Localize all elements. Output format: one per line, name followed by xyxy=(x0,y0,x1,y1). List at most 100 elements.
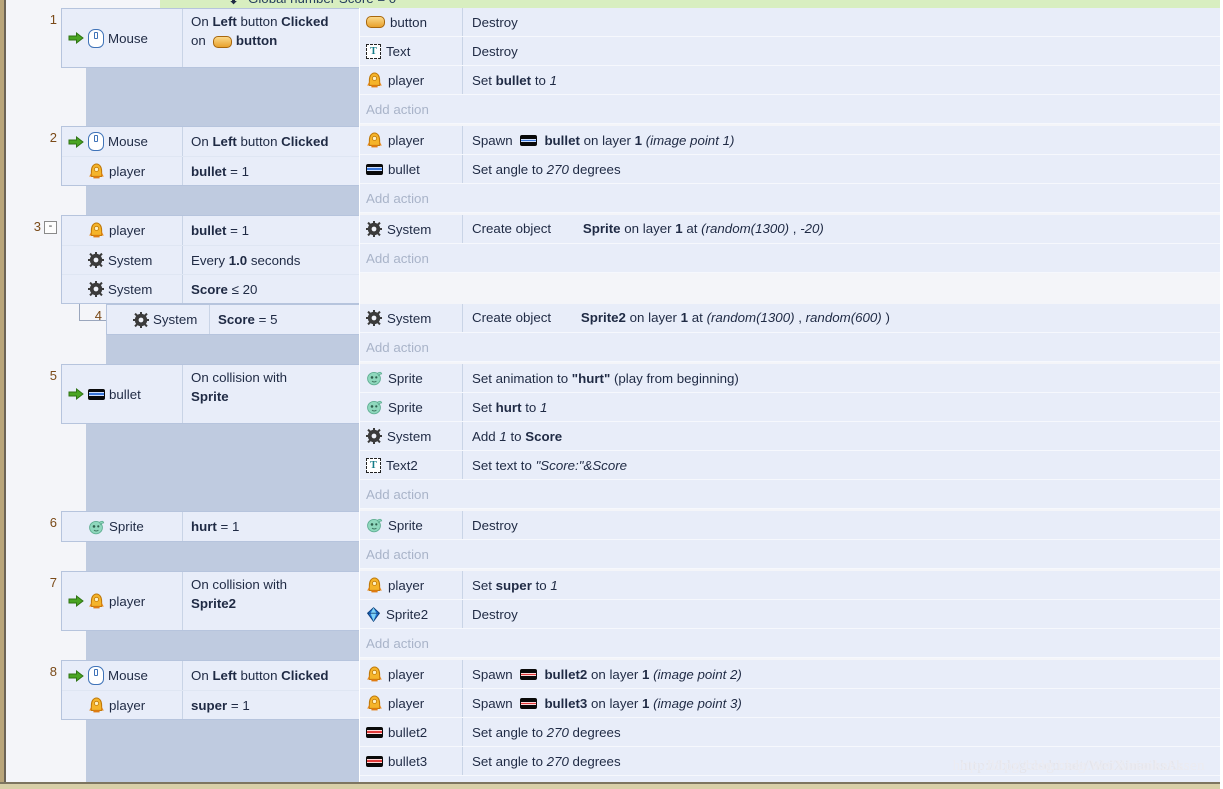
action-object[interactable]: player xyxy=(360,665,462,683)
condition-text[interactable]: Score = 5 xyxy=(209,305,359,334)
action-object[interactable]: Sprite xyxy=(360,399,462,415)
add-action-button[interactable]: Add action xyxy=(360,244,1220,273)
condition-row[interactable]: System Every 1.0 seconds xyxy=(62,245,359,274)
conditions-column[interactable]: Sprite hurt = 1 xyxy=(61,511,359,571)
actions-column[interactable]: button Destroy T Text Destroy player Set bulle… xyxy=(359,8,1220,126)
add-action-button[interactable]: Add action xyxy=(360,333,1220,362)
action-object[interactable]: Sprite xyxy=(360,370,462,386)
action-text[interactable]: Set angle to 270 degrees xyxy=(462,718,1220,746)
action-object[interactable]: System xyxy=(360,310,462,326)
conditions-column[interactable]: player bullet = 1 System Every 1.0 seconds S… xyxy=(61,215,359,304)
add-action-button[interactable]: Add action xyxy=(360,95,1220,124)
action-row[interactable]: T Text Destroy xyxy=(360,37,1220,66)
condition-row[interactable]: player bullet = 1 xyxy=(62,156,359,185)
action-row[interactable]: bullet2 Set angle to 270 degrees xyxy=(360,718,1220,747)
action-text[interactable]: Destroy xyxy=(462,511,1220,539)
condition-empty-area[interactable] xyxy=(86,542,359,571)
action-object[interactable]: bullet2 xyxy=(360,725,462,740)
condition-empty-area[interactable] xyxy=(86,631,359,660)
action-object[interactable]: player xyxy=(360,694,462,712)
condition-row[interactable]: player On collision with Sprite2 xyxy=(62,572,359,630)
condition-text[interactable]: hurt = 1 xyxy=(182,512,359,541)
condition-row[interactable]: Mouse On Left button Clicked xyxy=(62,661,359,690)
condition-row[interactable]: Mouse On Left button Clicked on button xyxy=(62,9,359,67)
actions-column[interactable]: System Create object Sprite on layer 1 at… xyxy=(359,215,1220,304)
condition-text[interactable]: bullet = 1 xyxy=(182,157,359,185)
condition-text[interactable]: On collision with Sprite2 xyxy=(182,572,359,630)
action-text[interactable]: Destroy xyxy=(462,8,1220,36)
action-row[interactable]: player Spawn bullet on layer 1 (image poi… xyxy=(360,126,1220,155)
actions-column[interactable]: player Set super to 1 Sprite2 Destroy Add ac… xyxy=(359,571,1220,660)
event-block-7[interactable]: 7 player On collision with Sprite2 player Se… xyxy=(6,571,1220,660)
action-row[interactable]: Sprite Set animation to "hurt" (play from… xyxy=(360,364,1220,393)
condition-group[interactable]: bullet On collision with Sprite xyxy=(61,364,359,424)
action-text[interactable]: Set bullet to 1 xyxy=(462,66,1220,94)
action-text[interactable]: Create object Sprite on layer 1 at (rand… xyxy=(462,215,1220,243)
condition-text[interactable]: On collision with Sprite xyxy=(182,365,359,423)
action-text[interactable]: Destroy xyxy=(462,37,1220,65)
condition-text[interactable]: bullet = 1 xyxy=(182,216,359,245)
condition-object[interactable]: Mouse xyxy=(62,132,182,151)
condition-group[interactable]: Mouse On Left button Clicked on button xyxy=(61,8,359,68)
action-text[interactable]: Set super to 1 xyxy=(462,571,1220,599)
condition-text[interactable]: On Left button Clicked xyxy=(182,661,359,690)
conditions-column[interactable]: System Score = 5 xyxy=(106,304,359,364)
event-block-6[interactable]: 6 Sprite hurt = 1 Sprite Destroy Add action xyxy=(6,511,1220,571)
action-row[interactable]: player Set super to 1 xyxy=(360,571,1220,600)
condition-group[interactable]: System Score = 5 xyxy=(106,304,359,335)
add-action-button[interactable]: Add action xyxy=(360,480,1220,509)
actions-column[interactable]: Sprite Set animation to "hurt" (play from… xyxy=(359,364,1220,511)
action-text[interactable]: Set hurt to 1 xyxy=(462,393,1220,421)
action-object[interactable]: T Text xyxy=(360,43,462,59)
condition-text[interactable]: super = 1 xyxy=(182,691,359,719)
condition-object[interactable]: Sprite xyxy=(62,519,182,535)
condition-object[interactable]: Mouse xyxy=(62,666,182,685)
action-row[interactable]: Sprite Destroy xyxy=(360,511,1220,540)
condition-group[interactable]: Mouse On Left button Clicked player bullet … xyxy=(61,126,359,186)
condition-object[interactable]: System xyxy=(107,311,209,328)
action-text[interactable]: Spawn bullet3 on layer 1 (image point 3) xyxy=(462,689,1220,717)
action-object[interactable]: player xyxy=(360,131,462,149)
action-text[interactable]: Set angle to 270 degrees xyxy=(462,155,1220,183)
condition-row[interactable]: Mouse On Left button Clicked xyxy=(62,127,359,156)
conditions-column[interactable]: Mouse On Left button Clicked on button xyxy=(61,8,359,126)
actions-column[interactable]: System Create object Sprite2 on layer 1 a… xyxy=(359,304,1220,364)
action-row[interactable]: player Set bullet to 1 xyxy=(360,66,1220,95)
action-object[interactable]: bullet3 xyxy=(360,754,462,769)
action-row[interactable]: System Add 1 to Score xyxy=(360,422,1220,451)
action-object[interactable]: T Text2 xyxy=(360,457,462,473)
add-action-button[interactable]: Add action xyxy=(360,184,1220,213)
condition-group[interactable]: Mouse On Left button Clicked player super =… xyxy=(61,660,359,720)
condition-group[interactable]: player On collision with Sprite2 xyxy=(61,571,359,631)
condition-row[interactable]: player bullet = 1 xyxy=(62,216,359,245)
condition-object[interactable]: player xyxy=(62,696,182,714)
condition-group[interactable]: player bullet = 1 System Every 1.0 seconds S… xyxy=(61,215,359,304)
action-row[interactable]: System Create object Sprite on layer 1 at… xyxy=(360,215,1220,244)
condition-row[interactable]: System Score = 5 xyxy=(107,305,359,334)
action-object[interactable]: System xyxy=(360,221,462,237)
condition-empty-area[interactable] xyxy=(86,720,359,789)
condition-empty-area[interactable] xyxy=(86,424,359,511)
condition-empty-area[interactable] xyxy=(106,335,359,364)
condition-row[interactable]: System Score ≤ 20 xyxy=(62,274,359,303)
condition-object[interactable]: Mouse xyxy=(62,28,182,48)
condition-text[interactable]: On Left button Clicked xyxy=(182,127,359,156)
condition-object[interactable]: player xyxy=(62,592,182,610)
action-text[interactable]: Set text to "Score:"&Score xyxy=(462,451,1220,479)
condition-group[interactable]: Sprite hurt = 1 xyxy=(61,511,359,542)
condition-object[interactable]: player xyxy=(62,162,182,180)
action-text[interactable]: Destroy xyxy=(462,600,1220,628)
condition-text[interactable]: Score ≤ 20 xyxy=(182,275,359,303)
conditions-column[interactable]: Mouse On Left button Clicked player bullet … xyxy=(61,126,359,215)
action-object[interactable]: Sprite xyxy=(360,517,462,533)
action-row[interactable]: player Spawn bullet3 on layer 1 (image po… xyxy=(360,689,1220,718)
action-text[interactable]: Spawn bullet on layer 1 (image point 1) xyxy=(462,126,1220,154)
actions-column[interactable]: Sprite Destroy Add action xyxy=(359,511,1220,571)
action-row[interactable]: Sprite2 Destroy xyxy=(360,600,1220,629)
action-object[interactable]: player xyxy=(360,71,462,89)
action-text[interactable]: Set animation to "hurt" (play from begin… xyxy=(462,364,1220,392)
event-block-4[interactable]: 4 System Score = 5 System Create object Spri… xyxy=(6,304,1220,364)
action-row[interactable]: Sprite Set hurt to 1 xyxy=(360,393,1220,422)
action-row[interactable]: player Spawn bullet2 on layer 1 (image po… xyxy=(360,660,1220,689)
condition-object[interactable]: System xyxy=(62,281,182,297)
